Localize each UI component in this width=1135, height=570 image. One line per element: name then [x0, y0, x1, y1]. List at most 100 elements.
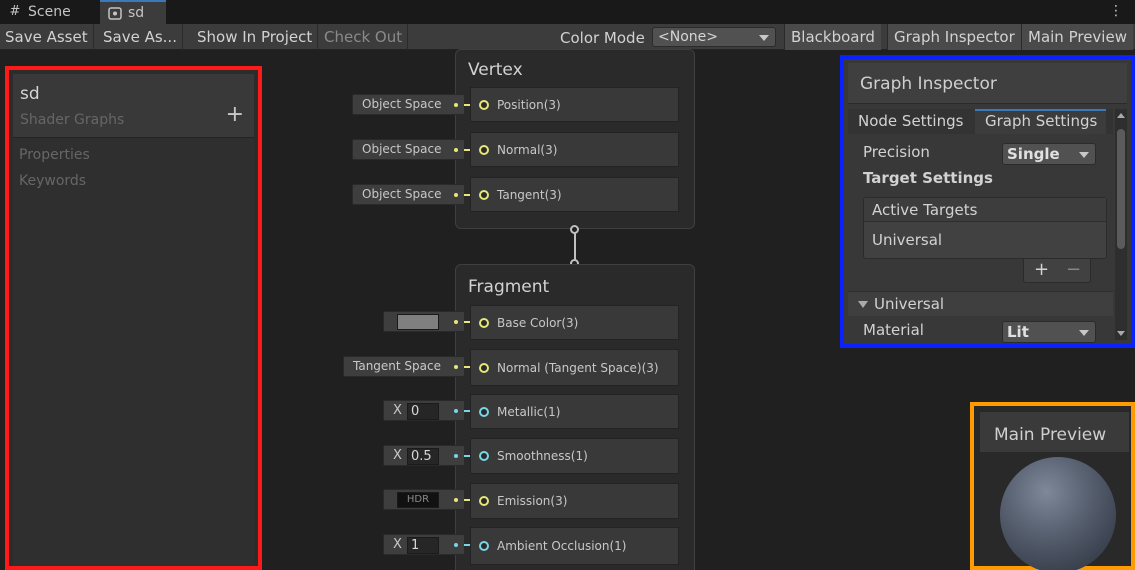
more-options-icon[interactable]: ⋮: [1109, 3, 1123, 19]
scroll-up-icon[interactable]: [1117, 113, 1125, 118]
input-port[interactable]: [479, 406, 489, 417]
tab-graph-settings[interactable]: Graph Settings: [975, 109, 1106, 134]
block-metallic[interactable]: Metallic(1): [470, 394, 679, 429]
metallic-input[interactable]: X 0: [383, 400, 465, 421]
port-dot: [454, 498, 458, 502]
tab-sd[interactable]: sd: [100, 0, 166, 24]
blackboard-body: sd Shader Graphs + Properties Keywords: [13, 74, 254, 566]
blackboard-section-keywords[interactable]: Keywords: [19, 173, 86, 189]
block-label: Base Color(3): [497, 315, 579, 330]
vertex-title: Vertex: [468, 60, 523, 80]
input-port[interactable]: [479, 496, 489, 506]
remove-target-button[interactable]: −: [1066, 259, 1081, 280]
input-port[interactable]: [479, 451, 489, 461]
port-dot: [454, 543, 458, 547]
blackboard-panel: sd Shader Graphs + Properties Keywords: [5, 66, 262, 570]
block-label: Normal(3): [497, 142, 558, 157]
universal-foldout-label: Universal: [874, 295, 945, 313]
tab-scene[interactable]: # Scene: [0, 0, 96, 24]
input-port[interactable]: [479, 189, 489, 200]
main-preview-toggle-button[interactable]: Main Preview: [1021, 24, 1133, 50]
block-position[interactable]: Position(3): [470, 87, 679, 122]
input-port[interactable]: [479, 317, 489, 328]
hdr-color-field[interactable]: HDR: [397, 492, 439, 508]
chevron-down-icon: [759, 35, 769, 41]
chevron-down-icon: [1079, 152, 1089, 158]
check-out-button[interactable]: Check Out: [319, 24, 409, 50]
input-space-label: Object Space: [362, 142, 442, 156]
block-label: Tangent(3): [497, 187, 562, 202]
color-swatch[interactable]: [397, 314, 439, 330]
add-target-button[interactable]: +: [1034, 259, 1049, 280]
scrollbar-thumb[interactable]: [1117, 129, 1125, 249]
precision-dropdown[interactable]: Single: [1002, 143, 1096, 165]
scroll-down-icon[interactable]: [1117, 331, 1125, 336]
show-in-project-button[interactable]: Show In Project: [192, 24, 319, 50]
fragment-title: Fragment: [468, 277, 550, 297]
ambient-occlusion-value-field[interactable]: 1: [407, 537, 439, 554]
block-emission[interactable]: Emission(3): [470, 483, 679, 519]
vertex-tangent-input[interactable]: Object Space: [352, 184, 465, 205]
input-port[interactable]: [479, 99, 489, 110]
port-dot: [454, 103, 458, 107]
main-preview-title: Main Preview: [980, 412, 1129, 452]
input-space-label: Tangent Space: [353, 359, 441, 373]
block-label: Metallic(1): [497, 404, 561, 419]
blackboard-title: sd: [20, 84, 40, 104]
input-port[interactable]: [479, 362, 489, 373]
tab-scene-label: Scene: [28, 4, 71, 20]
block-normal-tangent[interactable]: Normal (Tangent Space)(3): [470, 349, 679, 386]
chevron-down-icon: [1079, 330, 1089, 336]
blackboard-header: sd Shader Graphs +: [13, 74, 254, 138]
color-mode-dropdown[interactable]: <None>: [652, 27, 776, 47]
smoothness-value-field[interactable]: 0.5: [407, 448, 439, 465]
port-dot: [454, 365, 458, 369]
material-label: Material: [863, 321, 924, 339]
target-item-universal[interactable]: Universal: [872, 231, 942, 249]
base-color-input[interactable]: [383, 311, 465, 332]
ambient-occlusion-input[interactable]: X 1: [383, 534, 465, 555]
blackboard-section-properties[interactable]: Properties: [19, 147, 90, 163]
graph-toolbar: Save Asset Save As... Show In Project Ch…: [0, 24, 1135, 50]
input-port[interactable]: [479, 541, 489, 551]
graph-inspector-panel: Graph Inspector Node Settings Graph Sett…: [840, 55, 1135, 348]
graph-inspector-body: Graph Inspector Node Settings Graph Sett…: [848, 63, 1127, 343]
precision-label: Precision: [863, 143, 930, 161]
universal-foldout[interactable]: Universal: [848, 291, 1113, 316]
block-ambient-occlusion[interactable]: Ambient Occlusion(1): [470, 527, 679, 565]
foldout-arrow-icon: [858, 301, 868, 308]
port-dot: [454, 148, 458, 152]
main-preview-body: Main Preview: [980, 412, 1129, 570]
inspector-scrollbar[interactable]: [1115, 109, 1127, 340]
material-value: Lit: [1007, 323, 1029, 341]
tab-node-settings[interactable]: Node Settings: [848, 109, 972, 134]
block-normal[interactable]: Normal(3): [470, 132, 679, 167]
grid-icon: #: [9, 4, 21, 19]
color-mode-value: <None>: [658, 29, 718, 45]
add-property-button[interactable]: +: [226, 104, 244, 126]
normal-tangent-input[interactable]: Tangent Space: [343, 356, 465, 377]
tab-sd-label: sd: [128, 5, 145, 21]
input-port[interactable]: [479, 144, 489, 155]
smoothness-input[interactable]: X 0.5: [383, 445, 465, 466]
block-smoothness[interactable]: Smoothness(1): [470, 438, 679, 474]
blackboard-subtitle: Shader Graphs: [20, 112, 125, 128]
graph-inspector-toggle-button[interactable]: Graph Inspector: [887, 24, 1021, 50]
block-tangent[interactable]: Tangent(3): [470, 177, 679, 212]
material-dropdown[interactable]: Lit: [1002, 321, 1096, 343]
window-tab-bar: # Scene sd ⋮: [0, 0, 1135, 24]
save-as-button[interactable]: Save As...: [98, 24, 183, 50]
preview-sphere[interactable]: [1000, 457, 1116, 570]
block-base-color[interactable]: Base Color(3): [470, 305, 679, 340]
blackboard-toggle-button[interactable]: Blackboard: [784, 24, 881, 50]
vertex-output-port[interactable]: [570, 225, 579, 234]
active-targets-header: Active Targets: [864, 198, 1106, 222]
shader-graph-icon: [108, 6, 122, 20]
port-dot: [454, 193, 458, 197]
inspector-tab-bar: Node Settings Graph Settings: [848, 109, 1113, 134]
vertex-normal-input[interactable]: Object Space: [352, 139, 465, 160]
emission-input[interactable]: HDR: [383, 489, 465, 510]
metallic-value-field[interactable]: 0: [407, 403, 439, 420]
vertex-position-input[interactable]: Object Space: [352, 94, 465, 115]
save-asset-button[interactable]: Save Asset: [0, 24, 94, 50]
